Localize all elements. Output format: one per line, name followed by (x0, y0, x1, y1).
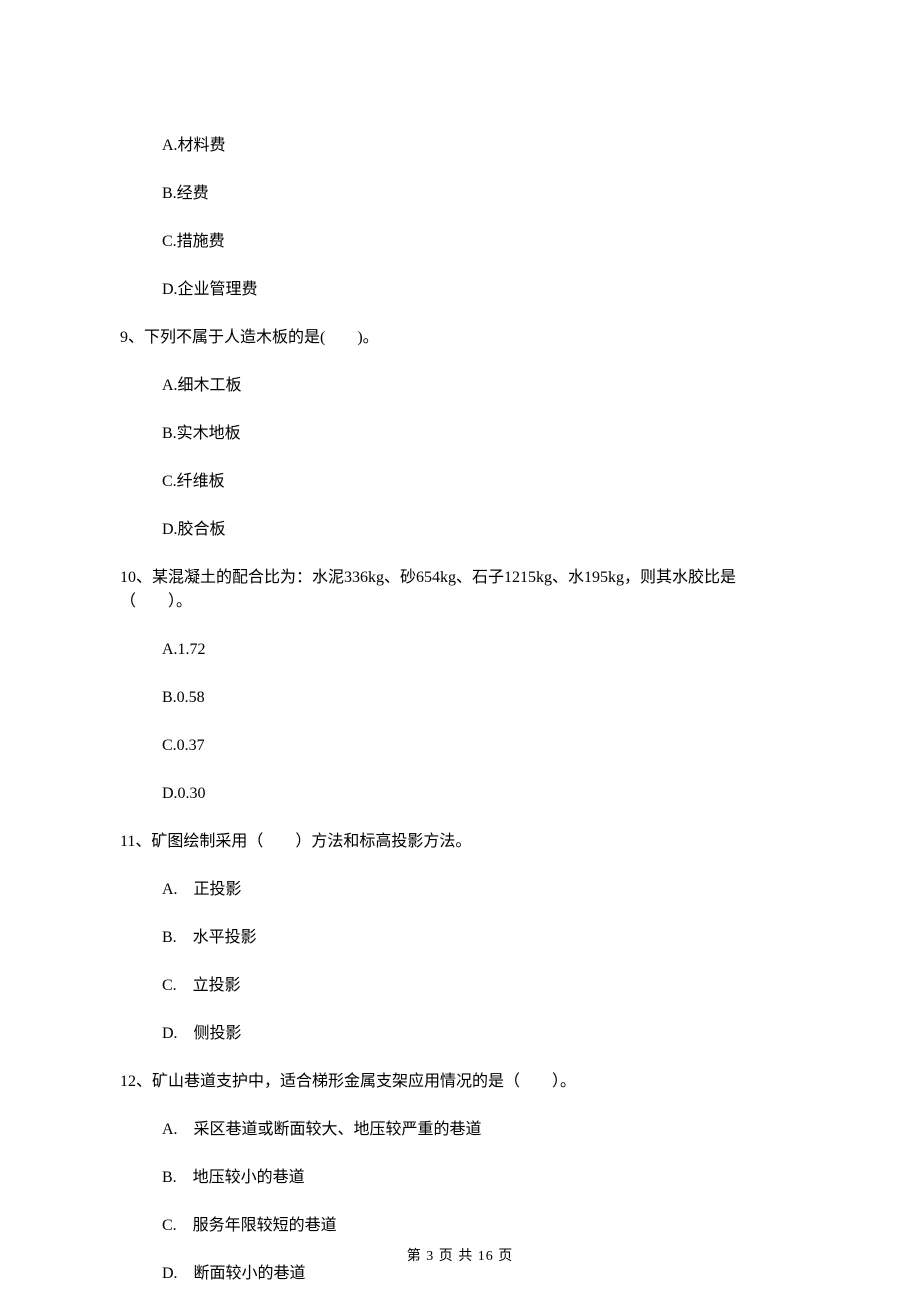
q10-option-a: A.1.72 (120, 638, 800, 662)
q12-option-b: B. 地压较小的巷道 (120, 1166, 800, 1190)
q8-option-d: D.企业管理费 (120, 278, 800, 302)
q9-stem: 9、下列不属于人造木板的是( )。 (120, 326, 800, 350)
q10-option-b: B.0.58 (120, 686, 800, 710)
q12-option-c: C. 服务年限较短的巷道 (120, 1214, 800, 1238)
q11-option-b: B. 水平投影 (120, 926, 800, 950)
q10-option-c: C.0.37 (120, 734, 800, 758)
q11-option-d: D. 侧投影 (120, 1022, 800, 1046)
q10-stem: 10、某混凝土的配合比为：水泥336kg、砂654kg、石子1215kg、水19… (120, 566, 800, 614)
q12-option-a: A. 采区巷道或断面较大、地压较严重的巷道 (120, 1118, 800, 1142)
q9-option-a: A.细木工板 (120, 374, 800, 398)
q8-option-b: B.经费 (120, 182, 800, 206)
q9-option-b: B.实木地板 (120, 422, 800, 446)
q11-option-c: C. 立投影 (120, 974, 800, 998)
page-content: A.材料费 B.经费 C.措施费 D.企业管理费 9、下列不属于人造木板的是( … (0, 0, 920, 1286)
q8-option-a: A.材料费 (120, 134, 800, 158)
q11-option-a: A. 正投影 (120, 878, 800, 902)
q9-option-c: C.纤维板 (120, 470, 800, 494)
q12-stem: 12、矿山巷道支护中，适合梯形金属支架应用情况的是（ ）。 (120, 1070, 800, 1094)
q11-stem: 11、矿图绘制采用（ ）方法和标高投影方法。 (120, 830, 800, 854)
q8-option-c: C.措施费 (120, 230, 800, 254)
q10-option-d: D.0.30 (120, 782, 800, 806)
q9-option-d: D.胶合板 (120, 518, 800, 542)
page-footer: 第 3 页 共 16 页 (0, 1246, 920, 1267)
